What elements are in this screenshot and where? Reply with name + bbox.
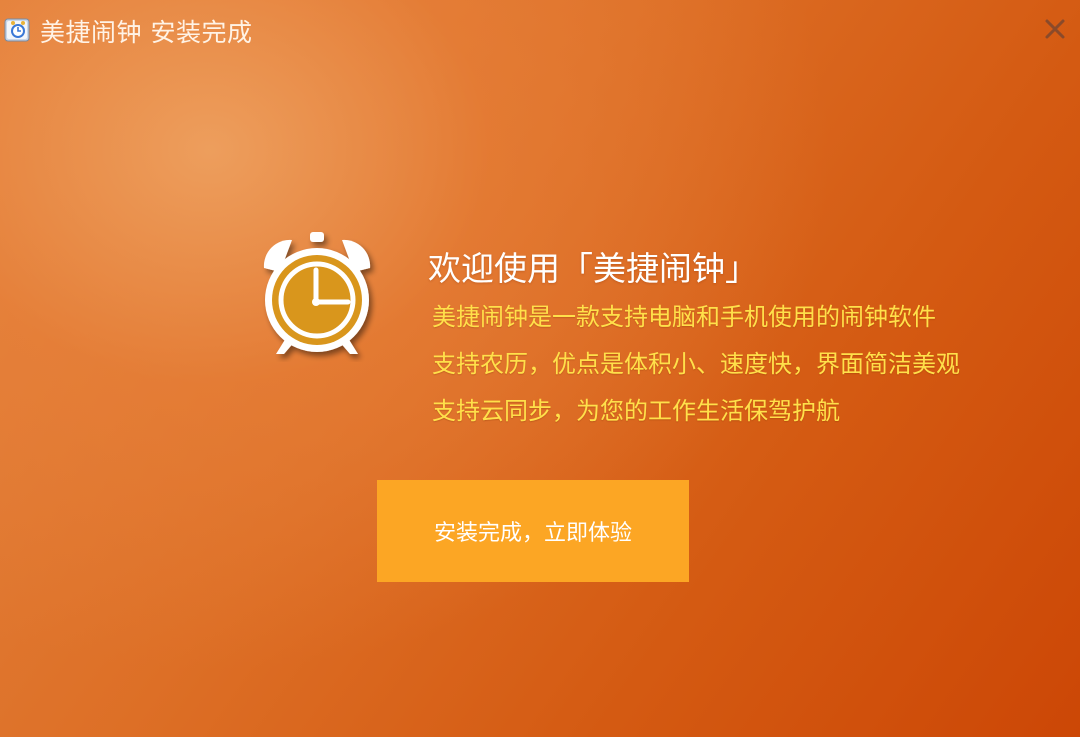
close-x-icon[interactable]	[1042, 16, 1068, 42]
installer-window: 美捷闹钟 安装完成 欢迎使用「美捷闹钟」 美捷闹钟是一款支持电脑和手机使用的闹钟…	[0, 0, 1080, 737]
description-line: 美捷闹钟是一款支持电脑和手机使用的闹钟软件	[432, 303, 936, 331]
alarm-clock-app-icon	[4, 16, 32, 44]
welcome-title: 欢迎使用「美捷闹钟」	[428, 249, 758, 288]
finish-and-launch-button[interactable]: 安装完成，立即体验	[377, 480, 689, 582]
description-line: 支持农历，优点是体积小、速度快，界面简洁美观	[432, 350, 960, 378]
title-bar[interactable]: 美捷闹钟 安装完成	[0, 0, 1080, 60]
window-title: 美捷闹钟 安装完成	[40, 18, 253, 47]
description-line: 支持云同步，为您的工作生活保驾护航	[432, 397, 840, 425]
alarm-clock-icon	[250, 228, 384, 362]
